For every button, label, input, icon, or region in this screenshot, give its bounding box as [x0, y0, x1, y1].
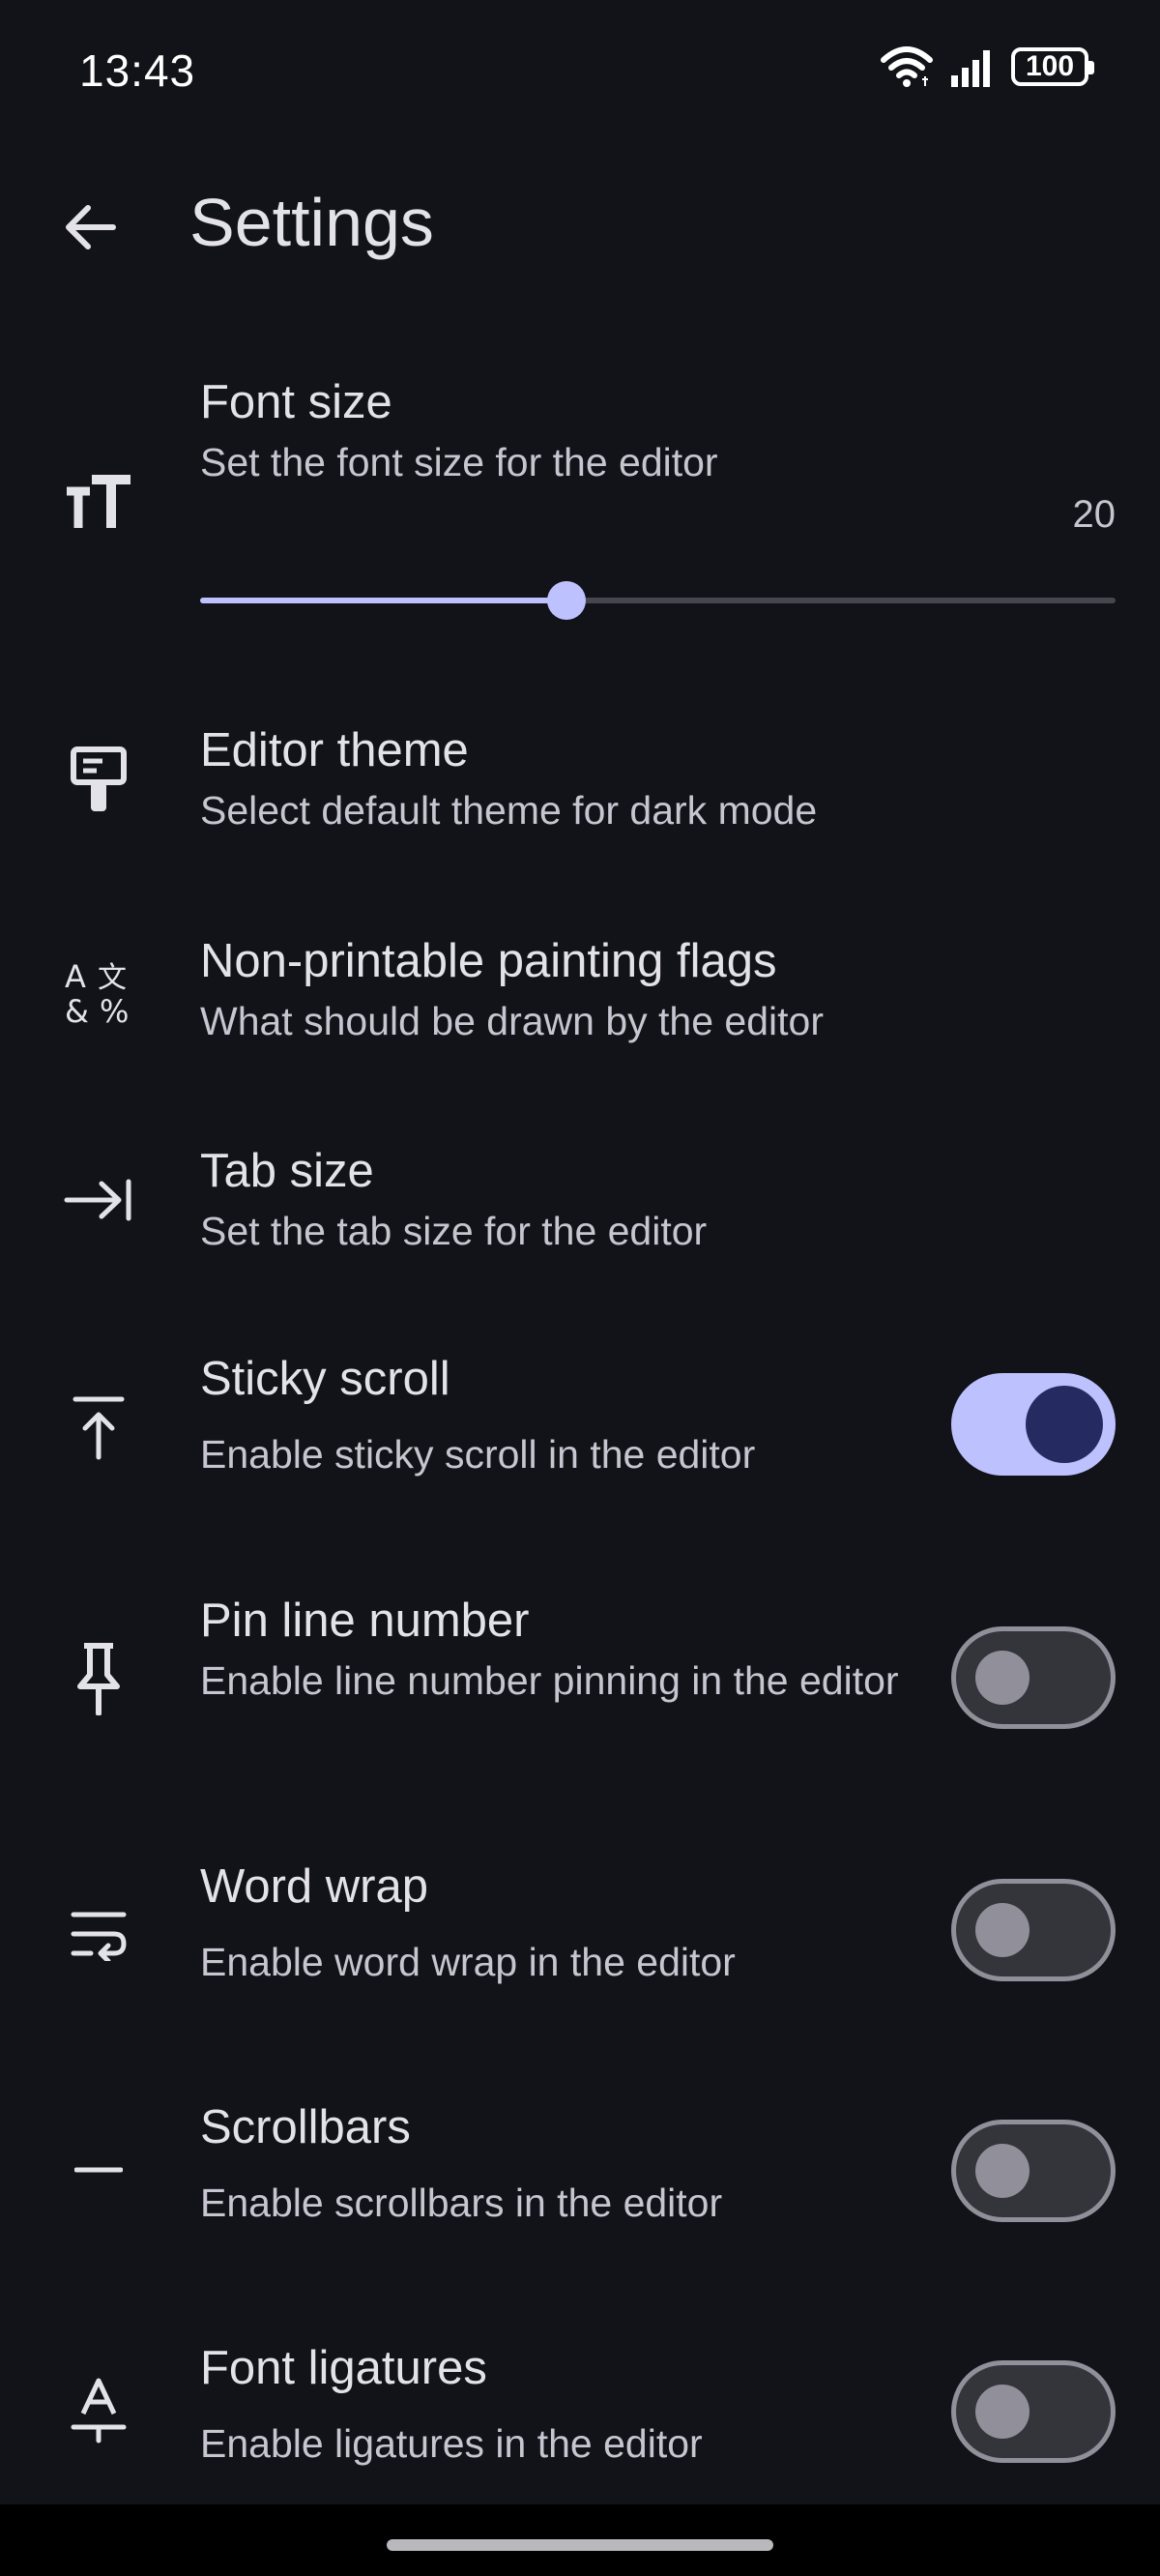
arrow-back-icon	[61, 198, 119, 261]
wrap-text-icon	[60, 1896, 137, 1974]
text-size-icon	[60, 464, 137, 542]
sticky-scroll-switch[interactable]	[951, 1373, 1116, 1476]
battery-icon: 100	[1011, 47, 1094, 86]
navigation-bar	[0, 2504, 1160, 2576]
setting-title: Scrollbars	[200, 2101, 411, 2153]
setting-title: Tab size	[200, 1145, 374, 1197]
svg-text:%: %	[100, 993, 129, 1024]
setting-scrollbars[interactable]: Scrollbars Enable scrollbars in the edit…	[0, 2083, 1160, 2267]
vertical-align-top-icon	[60, 1389, 137, 1466]
setting-title: Font ligatures	[200, 2342, 487, 2394]
font-size-slider[interactable]	[200, 581, 1116, 620]
switch-knob	[975, 2144, 1030, 2198]
switch-knob	[975, 2385, 1030, 2439]
setting-subtitle: Enable sticky scroll in the editor	[200, 1432, 756, 1477]
slider-active-track	[200, 598, 566, 603]
setting-font-ligatures[interactable]: Font ligatures Enable ligatures in the e…	[0, 2324, 1160, 2504]
setting-tab-size[interactable]: Tab size Set the tab size for the editor	[0, 1127, 1160, 1281]
setting-word-wrap[interactable]: Word wrap Enable word wrap in the editor	[0, 1842, 1160, 2026]
paint-roller-icon	[60, 741, 137, 818]
switch-knob	[975, 1651, 1030, 1705]
setting-pin-line-number[interactable]: Pin line number Enable line number pinni…	[0, 1576, 1160, 1789]
setting-subtitle: Enable line number pinning in the editor	[200, 1658, 899, 1703]
setting-subtitle: Set the tab size for the editor	[200, 1209, 708, 1253]
svg-text:A: A	[65, 958, 86, 995]
setting-sticky-scroll[interactable]: Sticky scroll Enable sticky scroll in th…	[0, 1334, 1160, 1518]
setting-subtitle: Enable scrollbars in the editor	[200, 2181, 723, 2225]
svg-text:文: 文	[98, 961, 127, 995]
setting-subtitle: Set the font size for the editor	[200, 440, 718, 484]
battery-tip	[1088, 61, 1094, 74]
special-characters-icon: A 文 & %	[60, 951, 137, 1029]
horizontal-rule-icon	[60, 2131, 137, 2209]
font-ligatures-switch[interactable]	[951, 2360, 1116, 2463]
status-bar: 13:43 100	[0, 0, 1160, 145]
battery-level: 100	[1025, 50, 1075, 82]
status-icons: 100	[880, 44, 1094, 89]
setting-title: Pin line number	[200, 1595, 530, 1647]
slider-thumb[interactable]	[546, 581, 586, 620]
home-indicator[interactable]	[387, 2539, 773, 2551]
app-bar: Settings	[0, 164, 1160, 285]
status-time: 13:43	[79, 45, 196, 96]
setting-font-size: Font size Set the font size for the edit…	[0, 358, 1160, 648]
keyboard-tab-icon	[60, 1161, 137, 1239]
wifi-icon	[880, 44, 934, 89]
setting-subtitle: Enable ligatures in the editor	[200, 2421, 703, 2466]
cellular-signal-icon	[949, 46, 996, 87]
setting-subtitle: Select default theme for dark mode	[200, 788, 818, 833]
switch-knob	[1026, 1386, 1103, 1463]
setting-non-printable-flags[interactable]: A 文 & % Non-printable painting flags Wha…	[0, 917, 1160, 1071]
switch-knob	[975, 1903, 1030, 1957]
pin-line-number-switch[interactable]	[951, 1626, 1116, 1729]
font-size-value: 20	[1072, 493, 1116, 536]
page-title: Settings	[189, 185, 434, 260]
back-button[interactable]	[46, 186, 133, 273]
setting-title: Font size	[200, 376, 392, 428]
setting-subtitle: Enable word wrap in the editor	[200, 1940, 736, 1984]
setting-subtitle: What should be drawn by the editor	[200, 999, 824, 1043]
svg-text:&: &	[65, 993, 89, 1024]
setting-title: Editor theme	[200, 724, 469, 776]
setting-title: Word wrap	[200, 1860, 429, 1913]
text-ligature-icon	[60, 2372, 137, 2449]
setting-title: Non-printable painting flags	[200, 935, 777, 987]
setting-editor-theme[interactable]: Editor theme Select default theme for da…	[0, 706, 1160, 861]
setting-title: Sticky scroll	[200, 1353, 450, 1405]
push-pin-icon	[60, 1640, 137, 1717]
word-wrap-switch[interactable]	[951, 1879, 1116, 1981]
scrollbars-switch[interactable]	[951, 2120, 1116, 2222]
